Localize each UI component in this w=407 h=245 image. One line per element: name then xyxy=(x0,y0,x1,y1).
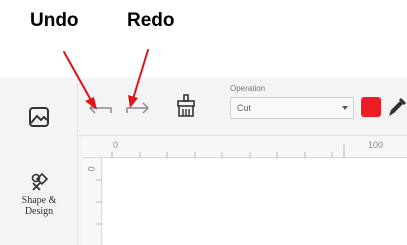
clear-canvas-icon xyxy=(177,94,195,117)
color-picker-icon xyxy=(389,97,407,116)
app-window: Shape & Design Operation Cut 0 100 0 xyxy=(0,78,407,245)
color-swatch[interactable] xyxy=(361,97,381,117)
shape-design-label: Shape & Design xyxy=(22,195,57,217)
horizontal-ruler-ticks xyxy=(111,144,345,158)
shape-design-label-line1: Shape & xyxy=(21,195,57,206)
shape-design-button[interactable]: Shape & Design xyxy=(0,172,78,217)
undo-icon xyxy=(89,102,112,114)
operation-select[interactable]: Cut xyxy=(230,97,354,119)
redo-icon xyxy=(126,102,149,114)
operation-label: Operation xyxy=(230,84,266,93)
redo-button[interactable] xyxy=(125,99,151,120)
chevron-down-icon xyxy=(342,106,348,110)
undo-button[interactable] xyxy=(87,99,113,120)
horizontal-ruler: 0 100 xyxy=(82,138,407,158)
operation-value: Cut xyxy=(237,103,252,113)
ruler-start-label: 0 xyxy=(113,140,119,150)
redo-annotation-label: Redo xyxy=(127,10,175,31)
left-panel: Shape & Design xyxy=(0,78,78,245)
vertical-ruler-ticks xyxy=(96,179,102,225)
top-toolbar: Operation Cut xyxy=(78,78,407,136)
ruler-end-label: 100 xyxy=(368,140,384,150)
shapes-icon xyxy=(31,172,49,191)
color-picker-button[interactable] xyxy=(386,96,407,123)
image-icon xyxy=(29,107,49,127)
image-button[interactable] xyxy=(0,106,78,128)
shape-design-label-line2: Design xyxy=(24,206,54,217)
vertical-ruler: 0 xyxy=(82,158,102,245)
undo-annotation-label: Undo xyxy=(30,10,79,31)
design-canvas[interactable] xyxy=(103,159,407,245)
clear-canvas-button[interactable] xyxy=(175,94,197,123)
